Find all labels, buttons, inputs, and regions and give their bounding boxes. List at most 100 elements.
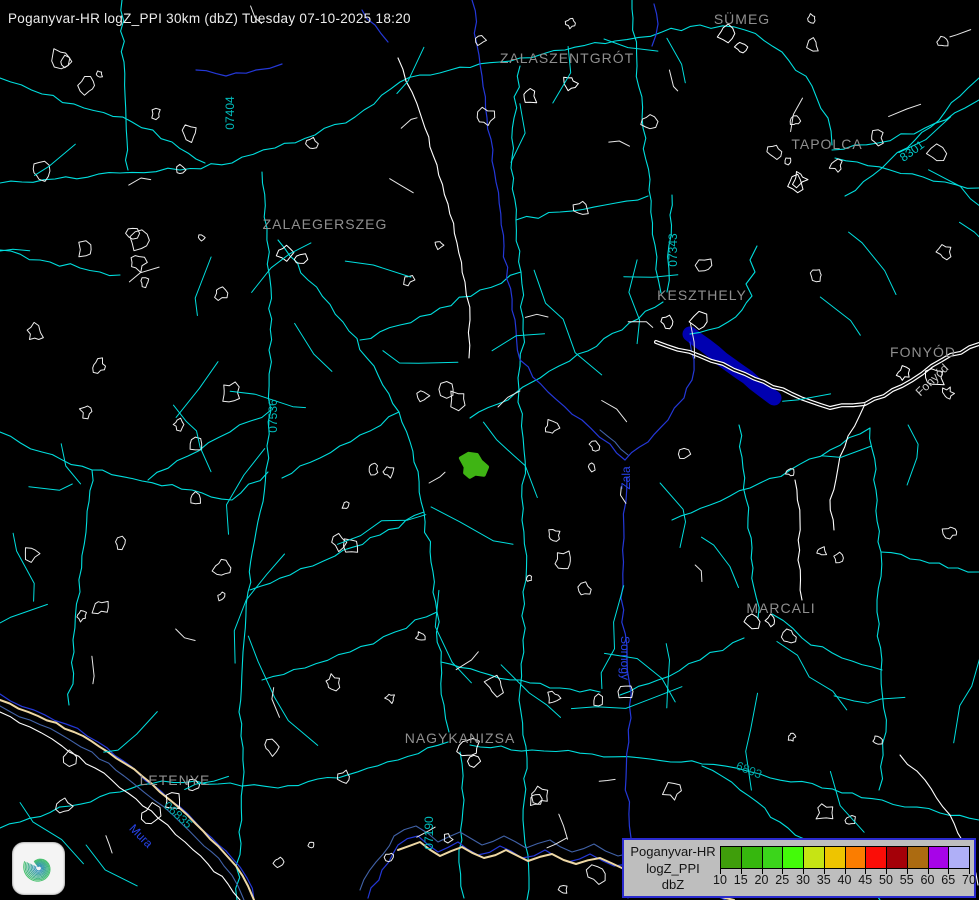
road-line — [835, 158, 979, 188]
road-twig — [248, 636, 317, 745]
settlement-outline — [369, 463, 378, 475]
settlement-outline — [734, 42, 747, 53]
settlement-outline — [661, 315, 673, 329]
road-line — [0, 742, 448, 828]
legend-color-cell — [783, 847, 804, 868]
road-twig-white — [390, 179, 414, 193]
settlement-outline — [785, 158, 791, 165]
road-twig — [252, 243, 311, 293]
settlement-outline — [873, 736, 883, 744]
settlement-outline — [834, 552, 844, 563]
settlement-outline — [810, 270, 821, 282]
road-line — [667, 195, 672, 292]
road-twig — [185, 776, 229, 789]
road-twig — [234, 554, 284, 663]
road-line — [845, 78, 979, 196]
road-line — [470, 302, 663, 418]
road-twig-white — [106, 836, 112, 853]
settlement-outline — [416, 632, 426, 640]
settlement-outline — [573, 201, 588, 214]
spiral-logo-icon — [12, 842, 65, 895]
road-twig — [295, 323, 332, 371]
road-twig — [553, 47, 571, 104]
settlement-outline — [476, 36, 487, 46]
legend-tick-label: 70 — [962, 873, 976, 887]
legend-title-block: Poganyvar-HR logZ_PPI dbZ — [626, 844, 720, 894]
settlement-outline — [265, 739, 279, 756]
settlement-outline — [212, 559, 231, 575]
settlement-outline — [663, 783, 682, 801]
road-twig — [604, 39, 658, 51]
road-twig — [830, 772, 864, 833]
settlement-outline — [308, 842, 314, 848]
settlement-outline — [695, 259, 712, 271]
river-line — [652, 4, 658, 46]
legend-color-cell — [825, 847, 846, 868]
road-twig — [104, 712, 158, 753]
settlement-outline — [27, 322, 43, 339]
legend-tick-label: 20 — [755, 873, 769, 887]
road-twig — [960, 222, 979, 241]
settlement-outline — [526, 575, 531, 581]
road-twig-white — [176, 629, 195, 641]
settlement-outline — [215, 287, 228, 301]
road-line — [672, 428, 870, 520]
settlement-outline — [273, 857, 284, 867]
legend-tick-label: 30 — [796, 873, 810, 887]
legend-tick-label: 50 — [879, 873, 893, 887]
road-twig — [383, 351, 458, 364]
settlement-outline — [439, 382, 453, 399]
road-twig-white — [791, 98, 803, 132]
legend-color-cell — [866, 847, 887, 868]
road-line — [262, 612, 437, 680]
road-twig — [820, 297, 860, 335]
road-line — [739, 425, 759, 618]
road-line — [511, 66, 529, 900]
road-twig-white — [525, 314, 548, 317]
road-twig-white — [272, 688, 280, 718]
road-twig — [849, 232, 896, 294]
settlement-outline — [93, 358, 106, 374]
settlement-outline — [25, 548, 40, 563]
settlement-outline — [788, 733, 796, 741]
settlement-outline — [829, 159, 842, 172]
settlement-outline — [816, 804, 833, 819]
road-twig — [176, 362, 218, 418]
settlement-outline — [817, 547, 827, 555]
settlement-outline — [92, 601, 108, 613]
road-twig-white — [129, 178, 151, 185]
road-line — [68, 470, 94, 705]
legend-tick-label: 40 — [838, 873, 852, 887]
radar-product-title: Poganyvar-HR logZ_PPI 30km (dbZ) Tuesday… — [8, 11, 411, 26]
road-twig — [834, 696, 905, 703]
river-line — [621, 478, 631, 898]
road-twig — [227, 449, 265, 535]
settlement-outline — [589, 441, 600, 451]
radar-map-view: Poganyvar-HR logZ_PPI 30km (dbZ) Tuesday… — [0, 0, 979, 900]
road-line-white — [830, 404, 865, 530]
legend-tick-label: 15 — [734, 873, 748, 887]
legend-color-cell — [804, 847, 825, 868]
road-twig — [0, 249, 30, 251]
settlement-outline — [588, 463, 595, 472]
road-twig-white — [628, 322, 653, 328]
road-twig — [777, 642, 847, 710]
road-twig — [195, 257, 211, 316]
legend-unit-label: dbZ — [626, 877, 720, 894]
settlement-outline — [896, 366, 909, 381]
road-twig — [13, 533, 34, 601]
settlement-outline — [545, 420, 560, 434]
legend-color-cell — [763, 847, 784, 868]
settlement-outline — [198, 235, 205, 241]
settlement-outline — [191, 492, 201, 504]
settlement-outline — [524, 89, 537, 103]
legend-tick-label: 25 — [775, 873, 789, 887]
legend-color-cell — [846, 847, 867, 868]
road-line-white — [795, 480, 802, 600]
settlement-outline — [558, 886, 567, 894]
road-twig — [35, 144, 76, 175]
settlement-outline — [926, 144, 946, 161]
road-line — [250, 512, 424, 590]
road-twig-white — [950, 30, 971, 37]
road-line — [690, 246, 757, 334]
